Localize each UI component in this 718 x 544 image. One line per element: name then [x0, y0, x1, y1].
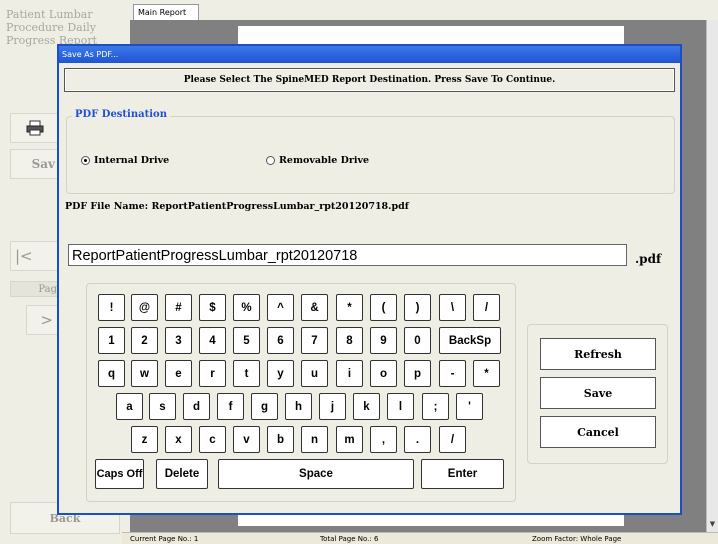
key[interactable]: ' — [456, 393, 483, 420]
radio-unselected-icon — [266, 156, 275, 165]
key[interactable]: 1 — [98, 327, 125, 354]
internal-drive-label: Internal Drive — [94, 155, 170, 166]
radio-selected-icon — [81, 156, 90, 165]
key[interactable]: d — [183, 393, 210, 420]
caps-lock-key[interactable]: Caps Off — [95, 459, 144, 489]
key[interactable]: * — [336, 294, 363, 321]
internal-drive-radio[interactable]: Internal Drive — [81, 155, 169, 166]
save-as-pdf-dialog: Save As PDF... Please Select The SpineME… — [57, 44, 682, 515]
key[interactable]: . — [404, 426, 431, 453]
removable-drive-label: Removable Drive — [279, 155, 370, 166]
backspace-key[interactable]: BackSp — [439, 327, 501, 354]
key[interactable]: u — [301, 360, 328, 387]
key[interactable]: ( — [370, 294, 397, 321]
cancel-button[interactable]: Cancel — [540, 416, 656, 448]
key[interactable]: r — [199, 360, 226, 387]
key[interactable]: h — [285, 393, 312, 420]
pdf-filename-label: PDF File Name: ReportPatientProgressLumb… — [65, 201, 409, 212]
filename-input[interactable] — [68, 244, 627, 266]
key[interactable]: - — [439, 360, 466, 387]
pdf-extension-label: .pdf — [635, 252, 662, 266]
key[interactable]: i — [336, 360, 363, 387]
key[interactable]: ) — [404, 294, 431, 321]
zoom-status: Zoom Factor: Whole Page — [532, 535, 622, 543]
instruction-text: Please Select The SpineMED Report Destin… — [64, 68, 675, 92]
key[interactable]: f — [217, 393, 244, 420]
key[interactable]: t — [233, 360, 260, 387]
key[interactable]: s — [149, 393, 176, 420]
key[interactable]: / — [439, 426, 466, 453]
action-buttons-group: Refresh Save Cancel — [527, 324, 668, 464]
printer-icon — [26, 120, 44, 136]
key[interactable]: z — [131, 426, 158, 453]
key[interactable]: v — [233, 426, 260, 453]
key[interactable]: % — [233, 294, 260, 321]
key[interactable]: 3 — [165, 327, 192, 354]
key[interactable]: ! — [98, 294, 125, 321]
key[interactable]: m — [336, 426, 363, 453]
key[interactable]: x — [165, 426, 192, 453]
key[interactable]: c — [199, 426, 226, 453]
key[interactable]: g — [251, 393, 278, 420]
key[interactable]: * — [473, 360, 500, 387]
current-page-status: Current Page No.: 1 — [130, 535, 199, 543]
status-bar: Current Page No.: 1 Total Page No.: 6 Zo… — [122, 532, 718, 544]
delete-key[interactable]: Delete — [156, 459, 208, 489]
key[interactable]: b — [267, 426, 294, 453]
key[interactable]: 6 — [267, 327, 294, 354]
save-button[interactable]: Save — [540, 377, 656, 409]
enter-key[interactable]: Enter — [421, 459, 504, 489]
key[interactable]: 4 — [199, 327, 226, 354]
key[interactable]: n — [301, 426, 328, 453]
key[interactable]: @ — [131, 294, 158, 321]
key[interactable]: $ — [199, 294, 226, 321]
removable-drive-radio[interactable]: Removable Drive — [266, 155, 369, 166]
key[interactable]: 5 — [233, 327, 260, 354]
on-screen-keyboard: ! @ # $ % ^ & * ( ) \ / 1 2 3 4 5 6 7 8 … — [86, 283, 516, 502]
report-scrollbar[interactable]: ▼ — [706, 20, 718, 532]
key[interactable]: q — [98, 360, 125, 387]
key[interactable]: l — [387, 393, 414, 420]
page-label: Pag — [10, 281, 60, 297]
first-page-button[interactable]: |< — [10, 241, 60, 271]
key[interactable]: ; — [422, 393, 449, 420]
refresh-button[interactable]: Refresh — [540, 338, 656, 370]
key[interactable]: \ — [439, 294, 466, 321]
key[interactable]: 7 — [301, 327, 328, 354]
key[interactable]: 2 — [131, 327, 158, 354]
key[interactable]: p — [404, 360, 431, 387]
space-key[interactable]: Space — [218, 459, 414, 489]
key[interactable]: w — [131, 360, 158, 387]
key[interactable]: # — [165, 294, 192, 321]
key[interactable]: ^ — [267, 294, 294, 321]
key[interactable]: a — [116, 393, 143, 420]
key[interactable]: 0 — [404, 327, 431, 354]
scroll-down-icon[interactable]: ▼ — [707, 520, 718, 532]
pdf-destination-group: PDF Destination Internal Drive Removable… — [66, 109, 675, 194]
total-page-status: Total Page No.: 6 — [320, 535, 379, 543]
key[interactable]: 8 — [336, 327, 363, 354]
key[interactable]: / — [473, 294, 500, 321]
key[interactable]: y — [267, 360, 294, 387]
tab-main-report[interactable]: Main Report — [133, 4, 199, 20]
key[interactable]: o — [370, 360, 397, 387]
app-title: Patient Lumbar Procedure Daily Progress … — [6, 8, 98, 47]
key[interactable]: e — [165, 360, 192, 387]
dialog-title: Save As PDF... — [59, 46, 680, 63]
next-page-button[interactable]: > — [26, 305, 60, 335]
pdf-destination-legend: PDF Destination — [72, 109, 170, 120]
key[interactable]: k — [353, 393, 380, 420]
key[interactable]: 9 — [370, 327, 397, 354]
key[interactable]: & — [301, 294, 328, 321]
print-button[interactable] — [10, 113, 60, 143]
save-report-button[interactable]: Sav — [10, 149, 60, 179]
key[interactable]: , — [370, 426, 397, 453]
key[interactable]: j — [319, 393, 346, 420]
